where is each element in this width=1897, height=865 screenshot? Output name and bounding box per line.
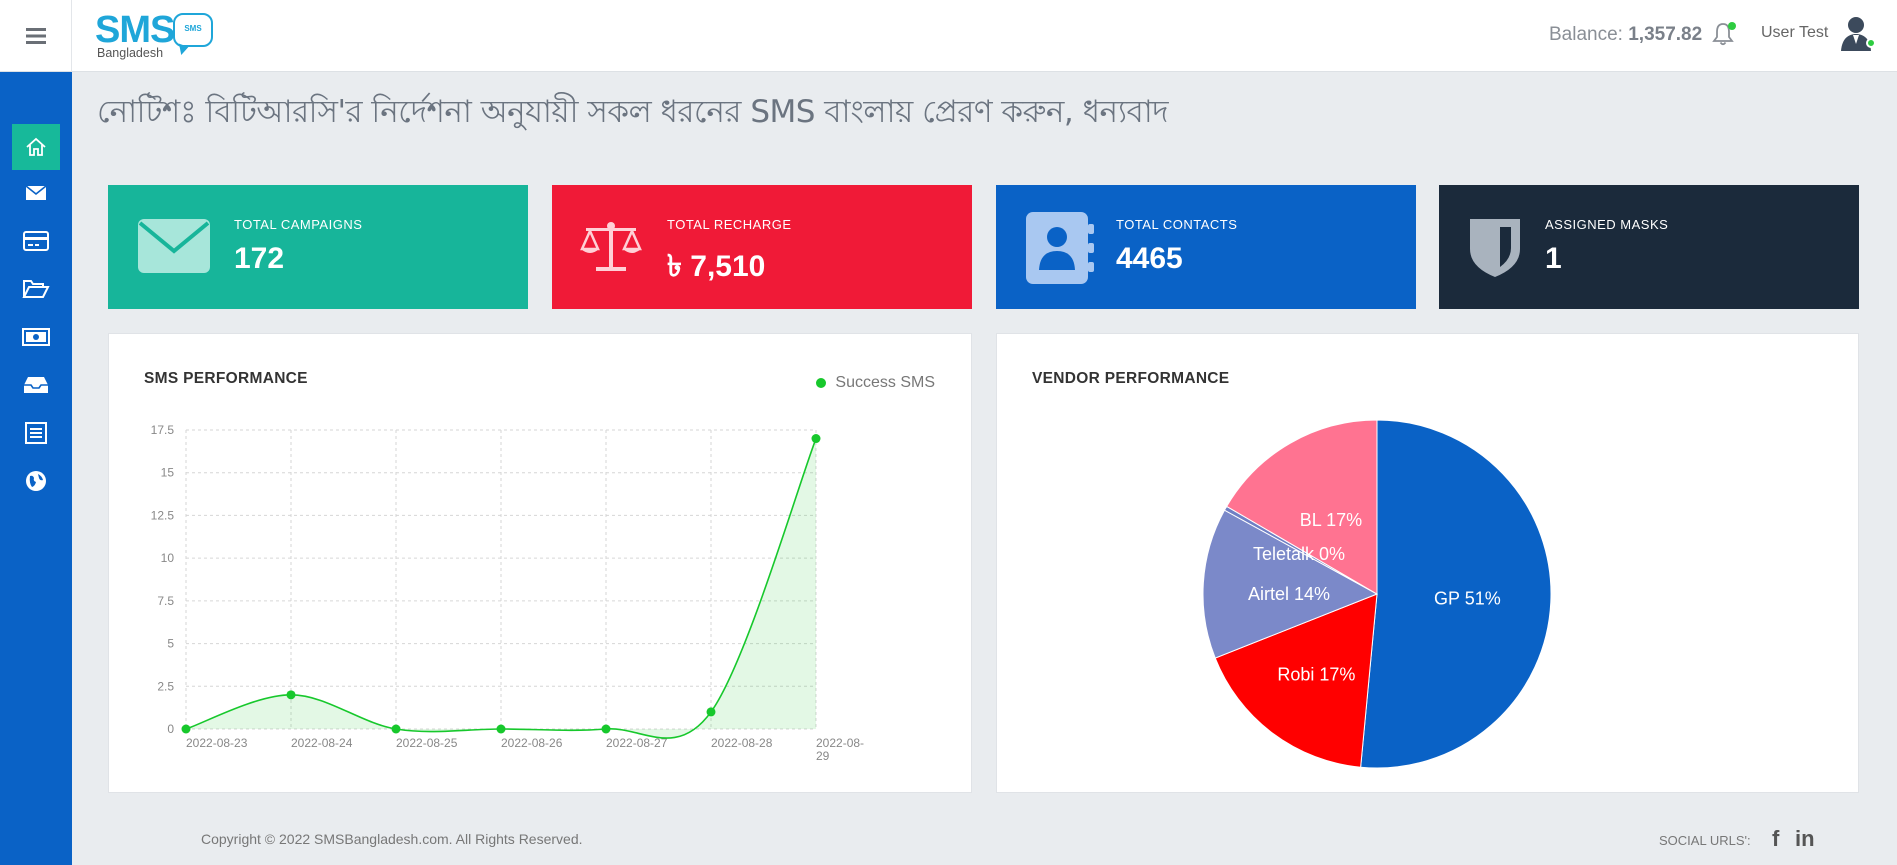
globe-icon xyxy=(26,471,46,491)
sidebar xyxy=(0,72,72,865)
stat-value: 172 xyxy=(234,242,285,275)
y-tick-label: 15 xyxy=(161,466,175,480)
stat-label: Total Recharge xyxy=(667,217,792,232)
logo[interactable]: SMS Bangladesh SMS xyxy=(95,10,225,62)
notification-bell-icon[interactable] xyxy=(1712,22,1736,48)
stat-label: Total Contacts xyxy=(1116,217,1238,232)
x-tick-label: 2022-08-25 xyxy=(396,736,458,750)
scale-icon xyxy=(580,222,642,271)
sidebar-item-inbox[interactable] xyxy=(12,362,60,408)
stat-label: Assigned Masks xyxy=(1545,217,1669,232)
linkedin-icon[interactable]: in xyxy=(1795,826,1815,852)
pie-label-bl: BL 17% xyxy=(1300,510,1362,530)
y-tick-label: 2.5 xyxy=(157,679,174,693)
shield-icon xyxy=(1470,219,1520,277)
data-point[interactable] xyxy=(181,724,191,734)
facebook-icon[interactable]: f xyxy=(1772,826,1779,852)
notification-dot xyxy=(1728,22,1736,30)
balance-value: 1,357.82 xyxy=(1628,24,1703,45)
y-tick-label: 0 xyxy=(167,722,174,736)
stat-card-masks[interactable]: Assigned Masks 1 xyxy=(1439,185,1859,309)
balance-label: Balance: xyxy=(1549,24,1623,45)
stat-label: Total Campaigns xyxy=(234,217,363,232)
x-tick-label: 2022-08-28 xyxy=(711,736,773,750)
social-urls-label: SOCIAL URLS': xyxy=(1659,833,1751,848)
online-status-dot xyxy=(1866,38,1876,48)
x-tick-label: 2022-08-24 xyxy=(291,736,353,750)
logo-subtext: Bangladesh xyxy=(97,46,164,60)
sms-performance-panel: SMS PERFORMANCE Success SMS 0 2.5 5 7.5 10 12… xyxy=(108,333,972,793)
envelope-icon xyxy=(25,185,47,200)
envelope-icon xyxy=(138,219,210,273)
top-bar: SMS Bangladesh SMS Balance: 1,357.82 Use… xyxy=(0,0,1897,72)
x-tick-label: 2022-08-29 xyxy=(816,736,864,763)
sidebar-item-payments[interactable] xyxy=(12,314,60,360)
data-point[interactable] xyxy=(706,707,716,717)
pie-label-robi: Robi 17% xyxy=(1277,665,1355,685)
list-icon xyxy=(25,422,47,444)
sidebar-item-reports[interactable] xyxy=(12,410,60,456)
logo-text: SMS xyxy=(95,9,175,51)
sidebar-item-dashboard[interactable] xyxy=(12,124,60,170)
stat-value: ৳ 7,510 xyxy=(667,250,766,283)
folder-open-icon xyxy=(22,280,50,298)
hamburger-icon xyxy=(25,28,46,44)
sms-line-chart: 0 2.5 5 7.5 10 12.5 15 17.5 2022-08-23 2022-08-24… xyxy=(151,423,864,763)
y-tick-label: 10 xyxy=(161,551,175,565)
contact-book-icon xyxy=(1026,212,1094,284)
x-tick-label: 2022-08-23 xyxy=(186,736,248,750)
stat-card-recharge[interactable]: Total Recharge ৳ 7,510 xyxy=(552,185,972,309)
inbox-icon xyxy=(24,377,48,393)
stat-value: 1 xyxy=(1545,242,1562,275)
sidebar-item-messages[interactable] xyxy=(12,170,60,216)
data-point[interactable] xyxy=(496,724,506,734)
sidebar-item-billing[interactable] xyxy=(12,218,60,264)
pie-label-teletalk: Teletalk 0% xyxy=(1253,544,1345,564)
y-tick-label: 7.5 xyxy=(157,594,174,608)
menu-toggle-button[interactable] xyxy=(0,0,72,72)
sidebar-item-web[interactable] xyxy=(12,458,60,504)
data-point[interactable] xyxy=(391,724,401,734)
logo-bubble-tail xyxy=(175,43,189,57)
data-point[interactable] xyxy=(811,434,821,444)
y-tick-label: 5 xyxy=(167,637,174,651)
home-icon xyxy=(26,137,46,156)
credit-card-icon xyxy=(23,231,49,251)
notice-text: নোটিশঃ বিটিআরসি'র নির্দেশনা অনুযায়ী সকল… xyxy=(97,94,1169,130)
stat-value: 4465 xyxy=(1116,242,1183,275)
y-tick-label: 12.5 xyxy=(151,508,175,522)
pie-label-airtel: Airtel 14% xyxy=(1248,584,1330,604)
copyright-text: Copyright © 2022 SMSBangladesh.com. All … xyxy=(201,831,583,847)
vendor-performance-panel: VENDOR PERFORMANCE GP 51% Robi 17% Airtel … xyxy=(996,333,1859,793)
stat-card-contacts[interactable]: Total Contacts 4465 xyxy=(996,185,1416,309)
user-name[interactable]: User Test xyxy=(1761,24,1828,42)
data-point[interactable] xyxy=(286,690,296,700)
balance: Balance: 1,357.82 xyxy=(1549,24,1702,46)
data-point[interactable] xyxy=(601,724,611,734)
sidebar-item-files[interactable] xyxy=(12,266,60,312)
y-tick-label: 17.5 xyxy=(151,423,175,437)
x-tick-label: 2022-08-26 xyxy=(501,736,563,750)
logo-bubble: SMS xyxy=(173,13,213,47)
stat-card-campaigns[interactable]: Total Campaigns 172 xyxy=(108,185,528,309)
money-bill-icon xyxy=(22,328,50,346)
vendor-pie-chart: GP 51% Robi 17% Airtel 14% Teletalk 0% BL 17… xyxy=(1202,419,1552,769)
pie-label-gp: GP 51% xyxy=(1434,588,1501,608)
avatar[interactable] xyxy=(1838,14,1876,52)
